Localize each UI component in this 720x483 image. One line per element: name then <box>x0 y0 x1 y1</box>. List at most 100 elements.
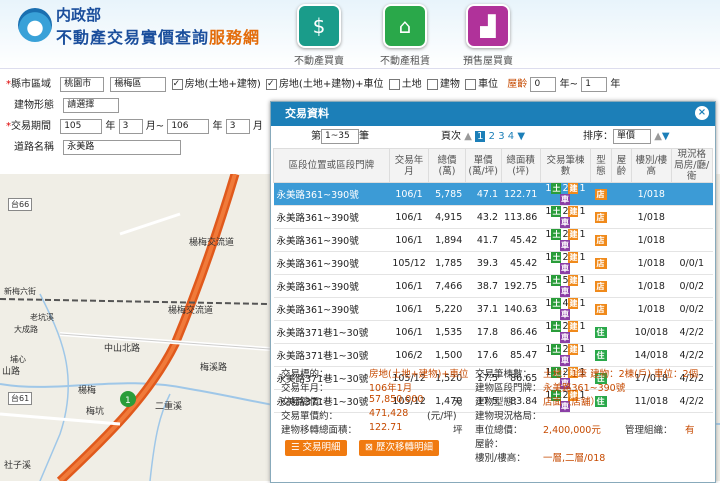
table-row[interactable]: 永美路361~390號 106/1 1,894 41.7 45.42 1土 2建 1車店 1/0… <box>273 228 713 252</box>
page-range-select[interactable]: 1~35 <box>321 128 359 144</box>
type-checkbox-house-land[interactable] <box>171 78 183 90</box>
sort-desc-icon[interactable]: ▼ <box>662 131 670 142</box>
type-badge: 店 <box>594 188 607 200</box>
cell-date: 106/1 <box>389 320 429 344</box>
sort-select[interactable]: 單價 <box>613 128 651 144</box>
building-icon: 建 <box>568 229 579 240</box>
parking-icon: 車 <box>559 217 570 228</box>
building-icon: 建 <box>568 298 579 309</box>
pager-bar: 第 1~35 筆 頁次 ▲ 1 2 3 4 ▼ 排序： 單價 ▲▼ <box>271 126 715 148</box>
cell-unit-price: 41.7 <box>465 228 502 252</box>
table-row[interactable]: 永美路371巷1~30號 106/2 1,500 17.6 85.47 1土 2建 1車住 14… <box>273 343 713 367</box>
map-label: 老坑溪 <box>30 313 54 322</box>
table-row[interactable]: 永美路361~390號 105/12 1,785 39.3 45.42 1土 2建 1車店 1/… <box>273 251 713 275</box>
page-link-4[interactable]: 4 <box>508 131 514 142</box>
map-label: 二重溪 <box>155 402 183 412</box>
cell-layout <box>671 228 713 252</box>
prev-page-icon[interactable]: ▲ <box>464 131 472 142</box>
cell-area: 122.71 <box>501 182 541 206</box>
table-row[interactable]: 永美路361~390號 106/1 7,466 38.7 192.75 1土 5建 1車店 1/… <box>273 274 713 298</box>
age-from-input[interactable]: 0 <box>530 76 557 92</box>
city-select[interactable]: 桃園市 <box>60 76 105 92</box>
cell-counts: 1土 2建 1車 <box>540 251 591 275</box>
next-page-icon[interactable]: ▼ <box>517 131 525 142</box>
page-link-2[interactable]: 2 <box>489 131 495 142</box>
map-label: 楊梅交流道 <box>189 238 235 248</box>
age-to-input[interactable]: 1 <box>581 76 608 92</box>
cell-unit-price: 37.1 <box>465 297 502 321</box>
cell-address: 永美路371巷1~30號 <box>273 343 390 367</box>
cell-address: 永美路371巷1~30號 <box>273 320 390 344</box>
cell-layout: 0/0/2 <box>671 297 713 321</box>
cell-date: 106/2 <box>389 343 429 367</box>
cell-counts: 1土 2建 1車 <box>540 320 591 344</box>
site-title[interactable]: 不動產交易實價查詢服務網 <box>56 24 260 48</box>
month-to-select[interactable]: 3 <box>225 118 250 134</box>
type-badge: 店 <box>594 257 607 269</box>
land-icon: 土 <box>551 229 562 240</box>
table-row[interactable]: 永美路361~390號 106/1 5,785 47.1 122.71 1土 2建 1車店 1/… <box>273 182 713 206</box>
cell-unit-price: 39.3 <box>465 251 502 275</box>
year-to-input[interactable]: 106 <box>167 118 210 134</box>
building-type-row: 建物形態 請選擇 <box>14 97 120 115</box>
cell-age <box>611 274 632 298</box>
year-from-input[interactable]: 105 <box>60 118 103 134</box>
parking-icon: 車 <box>559 263 570 274</box>
page-link-1[interactable]: 1 <box>475 131 486 142</box>
road-name-input[interactable]: 永美路 <box>63 139 182 155</box>
month-from-select[interactable]: 3 <box>118 118 143 134</box>
table-row[interactable]: 永美路371巷1~30號 106/1 1,535 17.8 86.46 1土 2建 1車住 10… <box>273 320 713 344</box>
house-dollar-icon: $ <box>297 4 341 48</box>
building-icon: 建 <box>568 183 579 194</box>
transfer-history-button[interactable]: ⊠ 歷次移轉明細 <box>359 440 439 456</box>
type-checkbox-building[interactable] <box>426 78 438 90</box>
land-icon: 土 <box>551 252 562 263</box>
page-link-3[interactable]: 3 <box>498 131 504 142</box>
site-logo-icon[interactable] <box>18 8 52 42</box>
cell-floor: 1/018 <box>631 251 671 275</box>
cell-total: 1,894 <box>428 228 466 252</box>
close-icon[interactable]: × <box>695 106 709 120</box>
cell-floor: 10/018 <box>631 320 671 344</box>
crane-building-icon: ▟ <box>466 4 510 48</box>
map-label: 中山北路 <box>104 344 141 354</box>
map-label: 梅溪路 <box>200 363 228 373</box>
type-checkbox-land[interactable] <box>388 78 400 90</box>
district-select[interactable]: 楊梅區 <box>110 76 167 92</box>
cell-address: 永美路361~390號 <box>273 274 390 298</box>
cell-date: 106/1 <box>389 297 429 321</box>
building-type-select[interactable]: 請選擇 <box>63 97 120 113</box>
parking-icon: 車 <box>559 355 570 366</box>
parking-icon: 車 <box>559 194 570 205</box>
cell-age <box>611 251 632 275</box>
table-row[interactable]: 永美路361~390號 106/1 4,915 43.2 113.86 1土 2建 1車店 1/… <box>273 205 713 229</box>
type-checkbox-parking[interactable] <box>465 78 477 90</box>
land-icon: 土 <box>551 275 562 286</box>
map-label: 台66 <box>8 198 33 211</box>
nav-real-estate-sale[interactable]: $ 不動產買賣 <box>279 4 359 67</box>
cell-age <box>611 205 632 229</box>
transaction-detail-button[interactable]: ☰ 交易明細 <box>285 440 347 456</box>
nav-presale[interactable]: ▟ 預售屋買賣 <box>448 4 528 67</box>
cell-area: 85.47 <box>501 343 541 367</box>
nav-real-estate-rent[interactable]: ⌂ 不動產租賃 <box>365 4 445 67</box>
cell-total: 1,500 <box>428 343 466 367</box>
land-icon: 土 <box>551 183 562 194</box>
table-row[interactable]: 永美路361~390號 106/1 5,220 37.1 140.63 1土 4建 1車店 1/… <box>273 297 713 321</box>
cell-counts: 1土 4建 1車 <box>540 297 591 321</box>
cell-total: 5,220 <box>428 297 466 321</box>
building-icon: 建 <box>568 321 579 332</box>
cell-type: 店 <box>590 274 612 298</box>
type-badge: 店 <box>594 303 607 315</box>
cell-age <box>611 320 632 344</box>
cell-date: 106/1 <box>389 205 429 229</box>
cell-age <box>611 297 632 321</box>
land-icon: 土 <box>551 298 562 309</box>
cell-counts: 1土 2建 1車 <box>540 343 591 367</box>
cell-area: 140.63 <box>501 297 541 321</box>
cell-unit-price: 17.8 <box>465 320 502 344</box>
type-checkbox-house-parking[interactable] <box>265 78 277 90</box>
cell-age <box>611 228 632 252</box>
sort-asc-icon[interactable]: ▲ <box>654 131 662 142</box>
map-label: 楊梅交流道 <box>168 306 214 316</box>
